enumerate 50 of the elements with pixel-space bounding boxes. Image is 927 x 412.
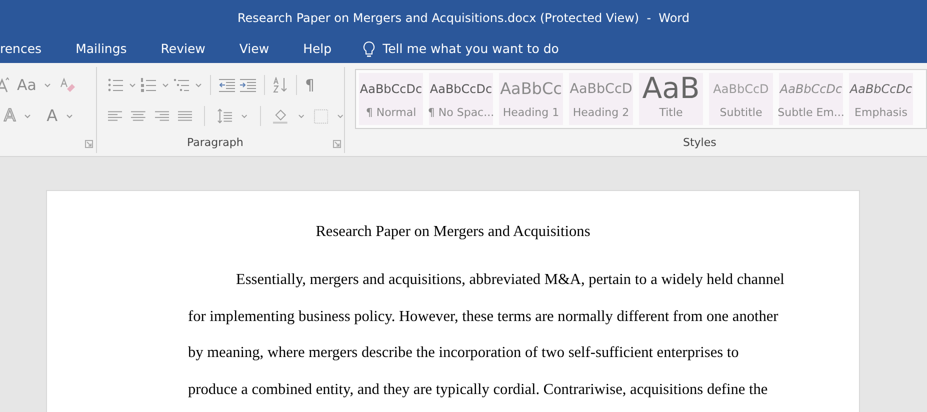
caret-icon[interactable]	[337, 114, 344, 118]
shading-icon[interactable]	[273, 108, 290, 124]
borders-icon[interactable]	[314, 108, 328, 124]
text-effects-button[interactable]: A	[4, 108, 16, 124]
body-paragraph: Essentially, mergers and acquisitions, abbreviated M&A, pertain to a widely held channel for implementing business policy. However, these terms are normally different from one another by meaning, where mergers describe the incorporation of two self-sufficient enterprises to produce a combined entity, and they are typically cordial. Contrariwise, acquisitions define the	[188, 270, 784, 400]
style-option[interactable]: AaBbCcDc ¶ No Spac...	[429, 73, 493, 125]
group-label: Paragraph	[187, 134, 244, 150]
style-option[interactable]: AaBbCcDc ¶ Normal	[359, 73, 423, 125]
dialog-launcher-icon[interactable]	[85, 140, 93, 148]
grow-font-icon[interactable]	[0, 77, 9, 93]
style-option[interactable]: AaBbCcD Heading 2	[569, 73, 633, 125]
font-color-button[interactable]: A	[46, 108, 58, 124]
sort-icon[interactable]	[273, 77, 288, 93]
show-marks-button[interactable]: ¶	[305, 78, 315, 92]
ribbon-tab[interactable]: Help	[292, 35, 343, 63]
caret-icon[interactable]	[44, 82, 52, 88]
caret-icon[interactable]	[241, 114, 248, 118]
caret-icon[interactable]	[129, 82, 136, 88]
window-title: Research Paper on Mergers and Acquisitions.docx (Protected View) - Word	[237, 10, 690, 26]
ribbon-tab[interactable]: View	[228, 35, 280, 63]
change-case-button[interactable]: Aa	[17, 78, 36, 92]
ribbon-tab[interactable]: Review	[150, 35, 216, 63]
ribbon-tab[interactable]: Mailings	[64, 35, 138, 63]
decrease-indent-icon[interactable]	[219, 78, 235, 92]
caret-icon[interactable]	[298, 114, 305, 118]
align-center-icon[interactable]	[131, 110, 146, 122]
caret-icon[interactable]	[66, 114, 73, 118]
clear-formatting-icon[interactable]	[59, 77, 76, 93]
style-option[interactable]: AaB Title	[639, 73, 703, 125]
lightbulb-icon[interactable]	[362, 40, 375, 58]
tell-me-search[interactable]: Tell me what you want to do	[382, 40, 559, 58]
dialog-launcher-icon[interactable]	[333, 140, 341, 148]
caret-icon[interactable]	[162, 82, 169, 88]
style-option[interactable]: AaBbCcDc Subtle Em...	[779, 73, 843, 125]
align-right-icon[interactable]	[154, 110, 169, 122]
document-heading: Research Paper on Mergers and Acquisitions	[316, 223, 590, 240]
caret-icon[interactable]	[24, 114, 31, 118]
numbering-icon[interactable]	[141, 78, 157, 92]
multilevel-list-icon[interactable]	[174, 78, 190, 92]
caret-icon[interactable]	[195, 82, 202, 88]
increase-indent-icon[interactable]	[240, 78, 256, 92]
style-option[interactable]: AaBbCc Heading 1	[499, 73, 563, 125]
justify-icon[interactable]	[178, 110, 192, 122]
line-spacing-icon[interactable]	[217, 108, 232, 124]
align-left-icon[interactable]	[108, 110, 122, 122]
ribbon-tab[interactable]: rences	[0, 35, 53, 63]
bullets-icon[interactable]	[108, 78, 124, 92]
style-option[interactable]: AaBbCcDc Emphasis	[849, 73, 913, 125]
group-label: Styles	[683, 134, 716, 150]
style-option[interactable]: AaBbCcD Subtitle	[709, 73, 773, 125]
